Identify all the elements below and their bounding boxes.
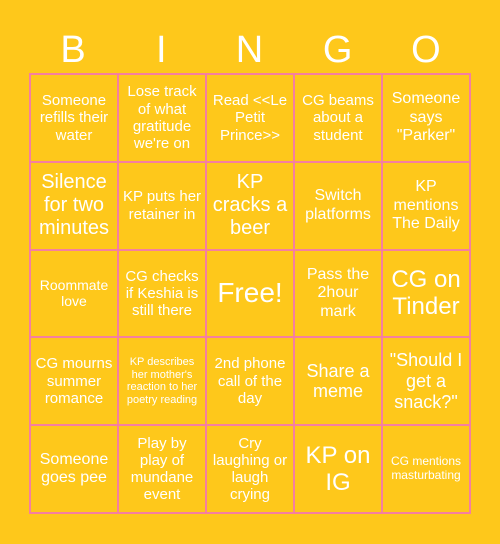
bingo-cell[interactable]: KP on IG [294,425,382,513]
header-letter-n: N [235,29,264,71]
bingo-cell[interactable]: Someone says "Parker" [382,74,470,162]
bingo-cell[interactable]: Lose track of what gratitude we're on [118,74,206,162]
bingo-cell[interactable]: 2nd phone call of the day [206,337,294,426]
bingo-cell[interactable]: Someone refills their water [30,74,118,162]
bingo-cell[interactable]: Someone goes pee [30,425,118,513]
bingo-cell[interactable]: CG checks if Keshia is still there [118,249,206,338]
bingo-header: B I N G O [29,28,470,72]
bingo-cell[interactable]: CG on Tinder [382,249,470,338]
header-letter-o: O [411,29,441,71]
bingo-cell[interactable]: Share a meme [294,337,382,426]
bingo-cell[interactable]: CG mourns summer romance [30,337,118,426]
bingo-cell[interactable]: "Should I get a snack?" [382,337,470,426]
bingo-cell[interactable]: CG mentions masturbating [382,425,470,513]
bingo-cell[interactable]: Play by play of mundane event [118,425,206,513]
bingo-cell[interactable]: Switch platforms [294,161,382,250]
bingo-card: Someone refills their water Lose track o… [29,73,471,514]
header-letter-g: G [322,29,353,71]
bingo-cell[interactable]: Silence for two minutes [30,161,118,250]
bingo-cell[interactable]: Pass the 2hour mark [294,249,382,338]
bingo-cell[interactable]: Cry laughing or laugh crying [206,425,294,513]
bingo-cell[interactable]: KP cracks a beer [206,161,294,250]
header-letter-b: B [60,29,86,71]
header-letter-i: I [156,29,167,71]
bingo-cell[interactable]: KP puts her retainer in [118,161,206,250]
bingo-cell[interactable]: Read <<Le Petit Prince>> [206,74,294,162]
bingo-cell[interactable]: Roommate love [30,249,118,338]
free-space[interactable]: Free! [206,249,294,338]
bingo-cell[interactable]: KP describes her mother's reaction to he… [118,337,206,426]
bingo-cell[interactable]: KP mentions The Daily [382,161,470,250]
bingo-cell[interactable]: CG beams about a student [294,74,382,162]
